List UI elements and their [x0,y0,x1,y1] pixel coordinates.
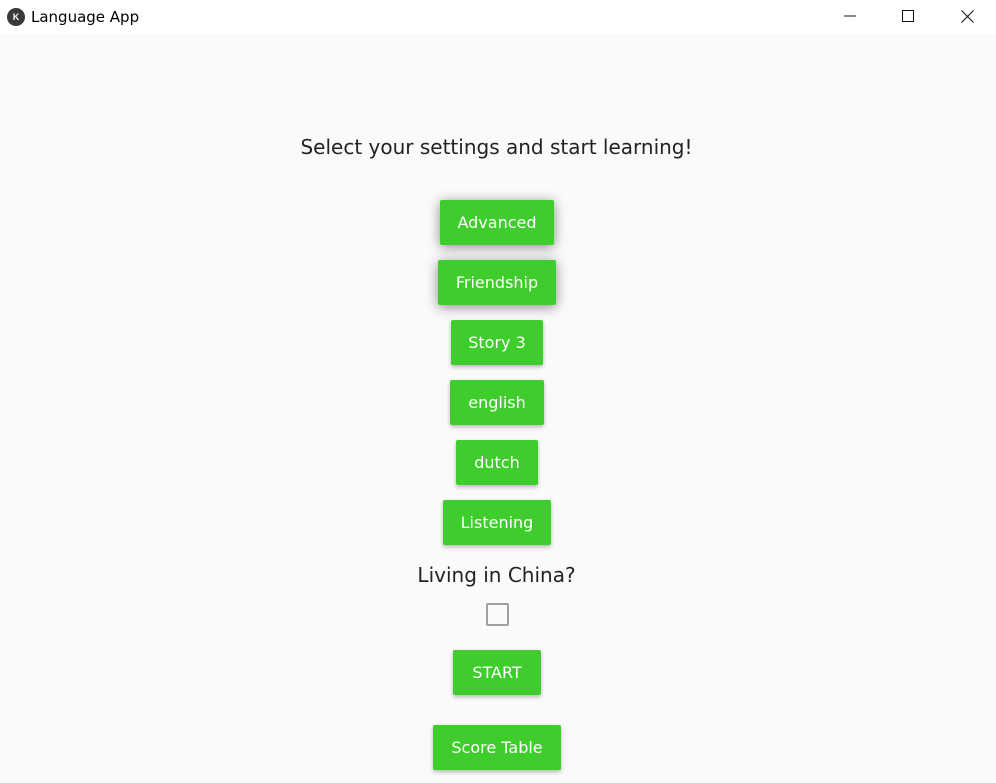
close-button[interactable] [938,0,996,32]
level-button[interactable]: Advanced [440,200,554,245]
start-button[interactable]: START [453,650,541,695]
maximize-button[interactable] [879,0,937,32]
score-table-button[interactable]: Score Table [433,725,561,770]
to-language-button[interactable]: dutch [456,440,538,485]
maximize-icon [902,10,914,22]
minimize-icon [844,15,856,17]
close-icon [960,9,974,23]
from-language-button[interactable]: english [450,380,544,425]
window-title: Language App [31,8,140,26]
living-in-china-label: Living in China? [417,563,576,587]
story-button[interactable]: Story 3 [451,320,543,365]
minimize-button[interactable] [821,0,879,32]
page-title: Select your settings and start learning! [300,135,693,159]
mode-button[interactable]: Listening [443,500,551,545]
app-window: K Language App Select your settings and … [0,0,996,783]
living-in-china-checkbox[interactable] [486,603,509,626]
topic-button[interactable]: Friendship [438,260,556,305]
title-bar[interactable]: K Language App [0,0,996,34]
main-content: Select your settings and start learning!… [0,34,996,783]
app-logo-icon: K [7,8,25,26]
